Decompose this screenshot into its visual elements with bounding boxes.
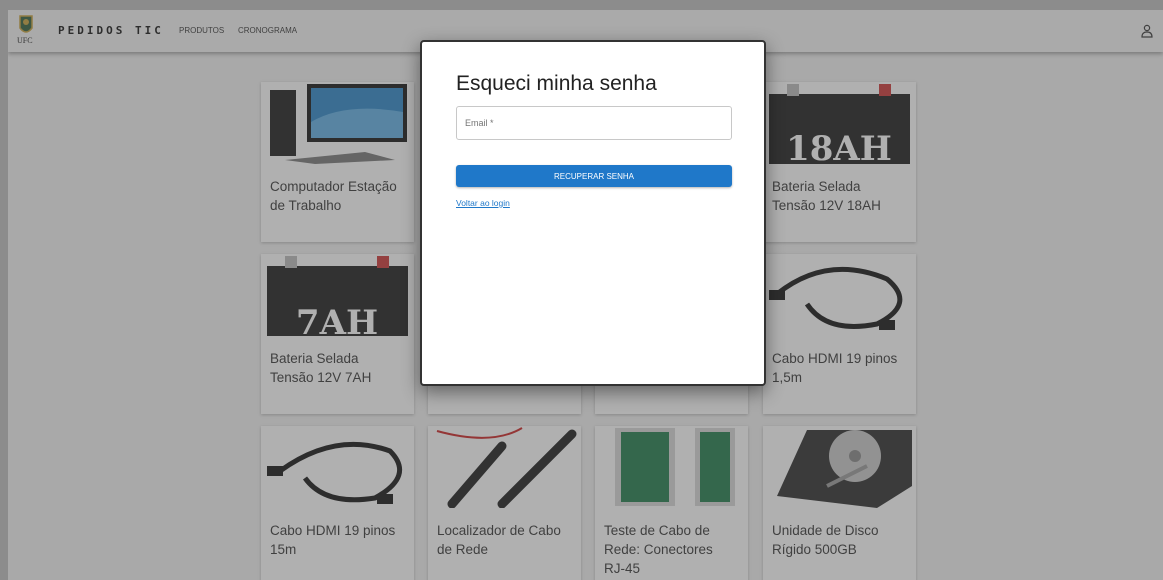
dialog-title: Esqueci minha senha <box>456 72 657 95</box>
forgot-password-dialog: Esqueci minha senha RECUPERAR SENHA Volt… <box>420 40 766 386</box>
email-input[interactable] <box>457 107 731 139</box>
back-to-login-link[interactable]: Voltar ao login <box>456 198 510 208</box>
recover-password-button[interactable]: RECUPERAR SENHA <box>456 165 732 187</box>
email-field[interactable] <box>456 106 732 140</box>
